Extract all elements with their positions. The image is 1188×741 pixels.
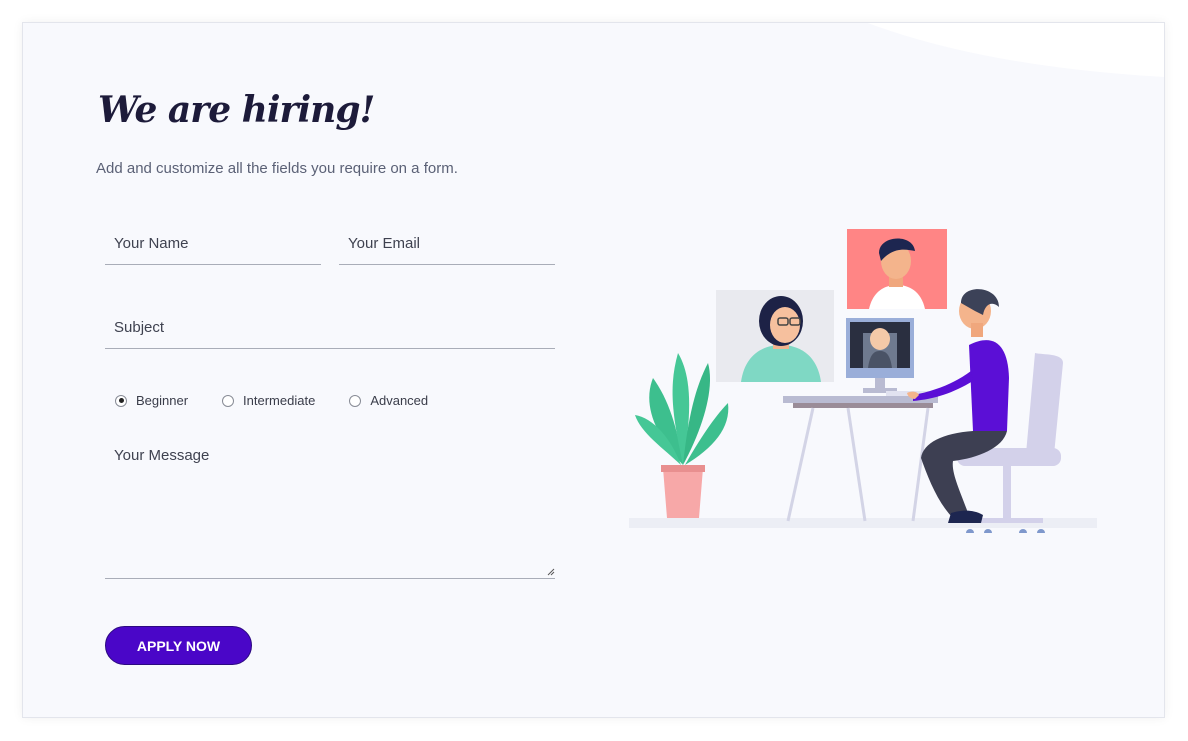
corner-decoration	[867, 23, 1164, 77]
message-field-wrapper	[105, 439, 555, 579]
woman-avatar	[716, 290, 834, 382]
resize-grip-icon[interactable]	[547, 568, 555, 576]
email-input[interactable]	[339, 227, 555, 259]
radio-label-advanced: Advanced	[370, 393, 429, 408]
subject-input[interactable]	[105, 311, 555, 343]
radio-button-beginner[interactable]	[115, 394, 127, 407]
radio-button-advanced[interactable]	[349, 394, 362, 407]
radio-button-intermediate[interactable]	[222, 394, 235, 407]
plant-icon	[635, 353, 729, 518]
experience-level-group: Beginner Intermediate Advanced	[115, 393, 462, 408]
radio-advanced[interactable]: Advanced	[349, 393, 428, 408]
man-avatar	[847, 229, 947, 309]
page-title: We are hiring!	[98, 89, 375, 131]
video-call-illustration	[629, 229, 1097, 533]
apply-now-button[interactable]: APPLY NOW	[105, 626, 252, 665]
page-subtitle: Add and customize all the fields you req…	[96, 160, 458, 177]
name-field-wrapper	[105, 227, 321, 265]
message-textarea[interactable]	[105, 439, 555, 577]
email-field-wrapper	[339, 227, 555, 265]
subject-field-wrapper	[105, 311, 555, 349]
hiring-form-card: We are hiring! Add and customize all the…	[22, 22, 1165, 718]
radio-beginner[interactable]: Beginner	[115, 393, 188, 408]
radio-label-intermediate: Intermediate	[243, 393, 316, 408]
radio-intermediate[interactable]: Intermediate	[222, 393, 315, 408]
radio-label-beginner: Beginner	[136, 393, 189, 408]
monitor-icon	[846, 318, 914, 393]
name-input[interactable]	[105, 227, 321, 259]
